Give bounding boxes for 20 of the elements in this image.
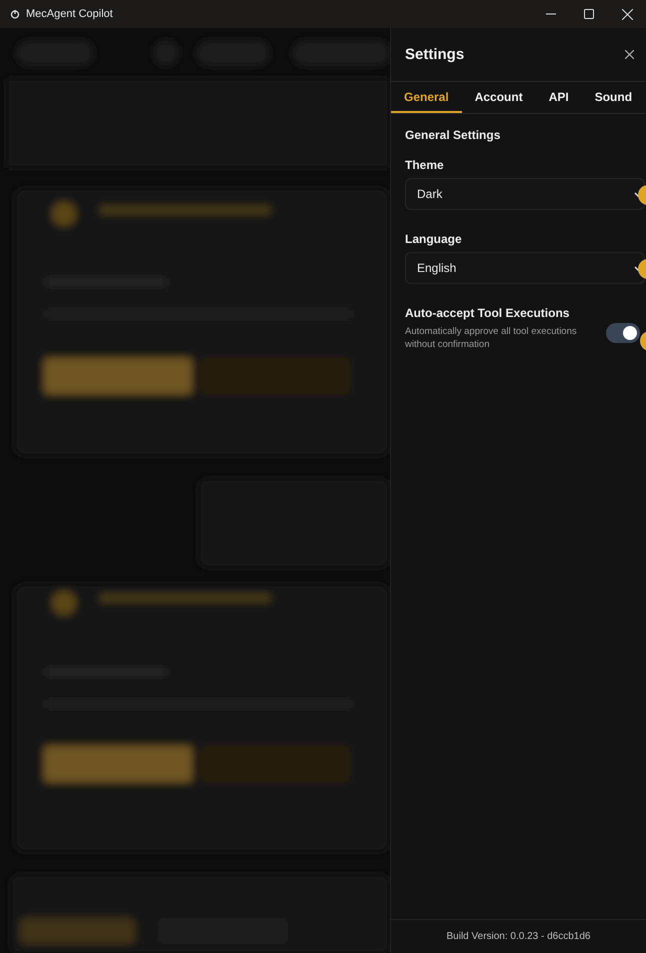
window-title: MecAgent Copilot	[26, 8, 114, 20]
settings-tab[interactable]: Account	[462, 82, 536, 113]
build-version: Build Version: 0.0.23 - d6ccb1d6	[446, 931, 590, 942]
field-label: Theme	[405, 158, 445, 172]
close-button[interactable]	[623, 48, 636, 61]
app-logo-icon	[10, 9, 20, 19]
field-description: Automatically approve all tool executions without confirmation	[405, 326, 578, 352]
panel-title: Settings	[405, 46, 464, 63]
maximize-icon	[584, 9, 594, 19]
close-icon	[625, 50, 634, 59]
close-icon	[622, 8, 632, 20]
field-label: Language	[405, 232, 463, 246]
toggle-switch[interactable]	[606, 323, 640, 343]
settings-tab[interactable]: Sound	[582, 82, 646, 113]
dropdown-field[interactable]: Dark	[405, 178, 645, 210]
field-label: Auto-accept Tool Executions	[405, 306, 570, 320]
settings-tab[interactable]: General	[391, 82, 462, 113]
section-title: General Settings	[405, 128, 502, 142]
settings-tab[interactable]: API	[536, 82, 582, 113]
dropdown-field[interactable]: English	[405, 252, 645, 284]
